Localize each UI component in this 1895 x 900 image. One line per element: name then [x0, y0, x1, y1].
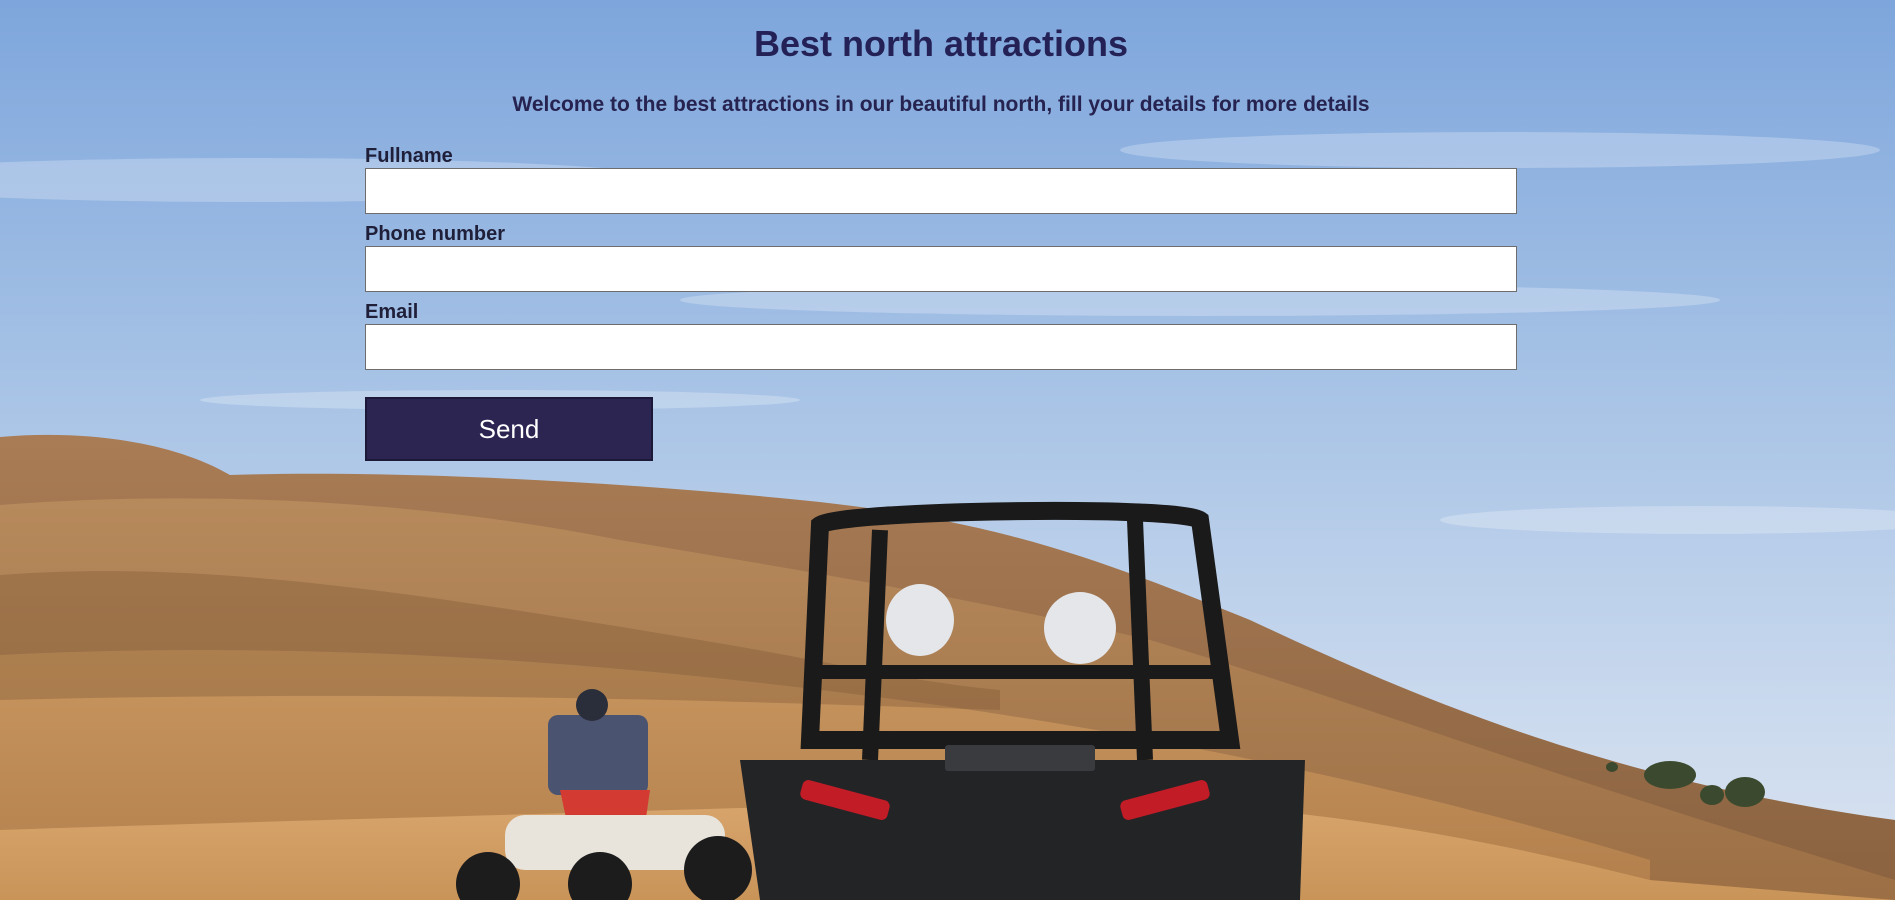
page-content: Best north attractions Welcome to the be… [0, 0, 1895, 900]
phone-number-label: Phone number [365, 223, 506, 245]
fullname-field-group: Fullname [365, 145, 1517, 214]
phone-number-input[interactable] [365, 246, 1517, 292]
email-input[interactable] [365, 324, 1517, 370]
fullname-input[interactable] [365, 168, 1517, 214]
page-title: Best north attractions [753, 23, 1129, 64]
send-button[interactable]: Send [365, 397, 653, 461]
phone-field-group: Phone number [365, 223, 1517, 292]
fullname-label: Fullname [365, 145, 453, 167]
page-subtitle: Welcome to the best attractions in our b… [512, 93, 1370, 116]
email-label: Email [365, 301, 419, 323]
contact-form: Fullname Phone number Email [365, 145, 1517, 370]
email-field-group: Email [365, 301, 1517, 370]
